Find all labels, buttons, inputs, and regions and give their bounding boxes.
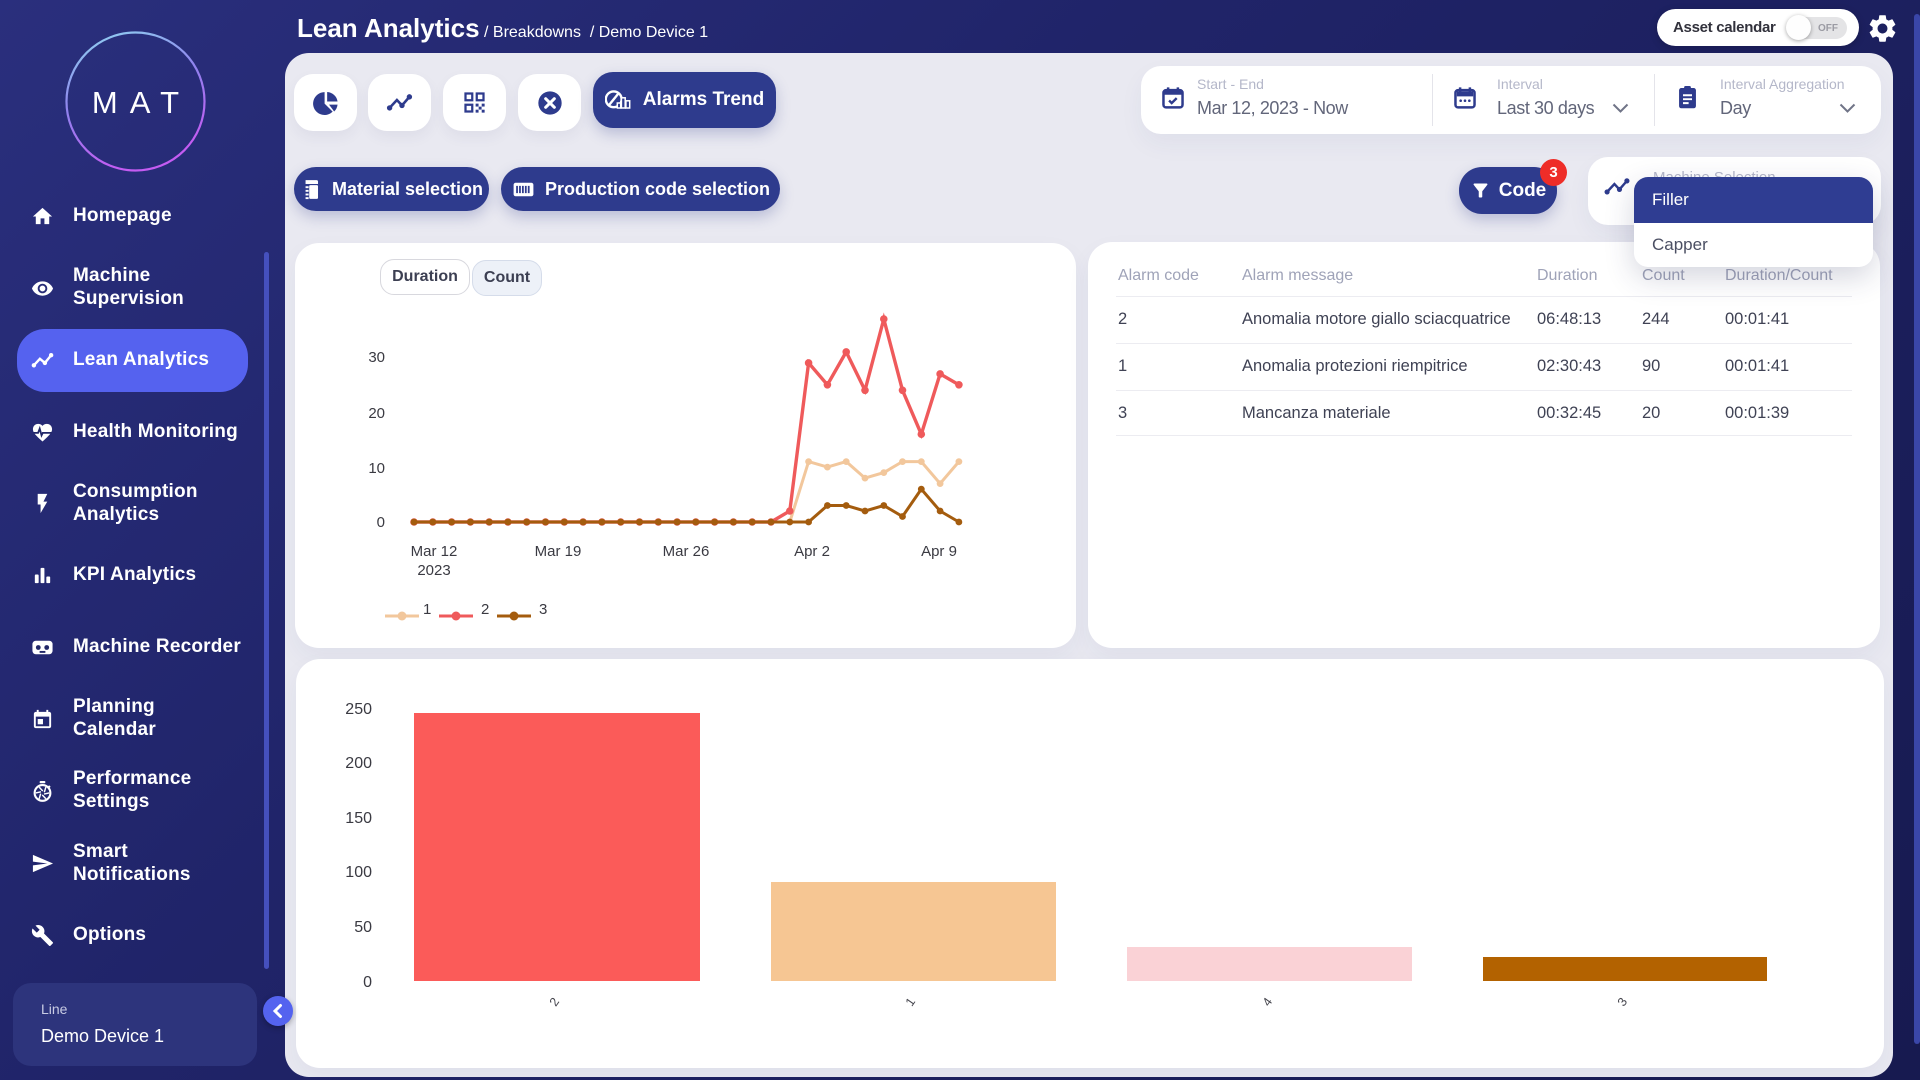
svg-text:MAT: MAT — [92, 85, 191, 120]
